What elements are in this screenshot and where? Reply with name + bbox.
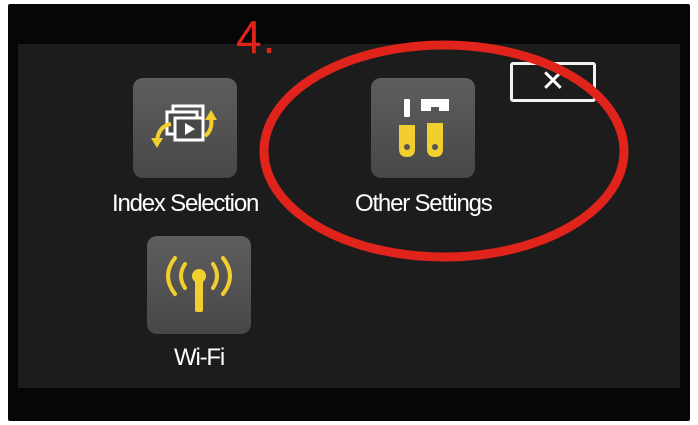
index-selection-tile[interactable]: [133, 78, 238, 178]
index-selection-label: Index Selection: [112, 190, 259, 217]
other-settings-label: Other Settings: [355, 190, 493, 217]
wifi-label: Wi-Fi: [174, 344, 225, 371]
close-icon: ✕: [540, 65, 566, 98]
index-selection-button[interactable]: Index Selection: [112, 78, 259, 218]
close-button[interactable]: ✕: [510, 62, 596, 102]
wifi-tile[interactable]: [147, 236, 251, 334]
wifi-button[interactable]: Wi-Fi: [147, 236, 251, 372]
index-selection-icon: [151, 104, 218, 148]
step-number-annotation: 4.: [236, 11, 277, 63]
wifi-antenna-icon: [166, 256, 232, 312]
other-settings-button[interactable]: Other Settings: [355, 78, 493, 218]
tools-icon: [399, 99, 450, 157]
other-settings-tile[interactable]: [371, 78, 476, 178]
